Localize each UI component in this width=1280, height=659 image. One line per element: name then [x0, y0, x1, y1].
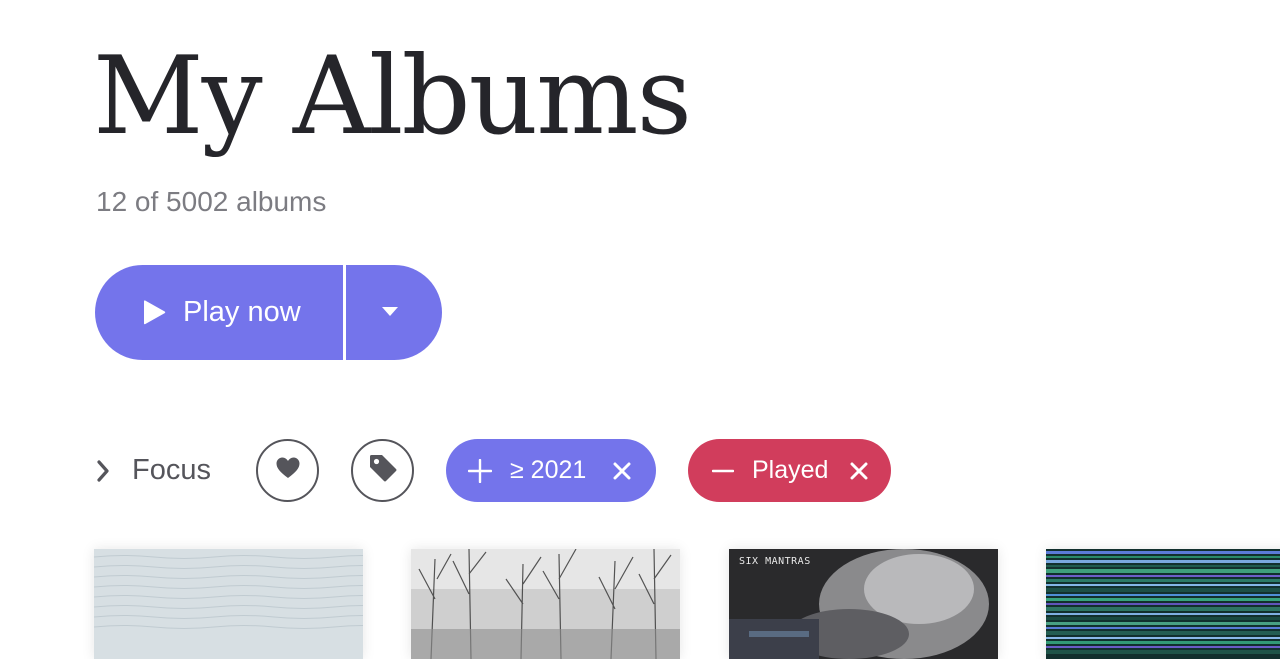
year-filter-label: ≥ 2021 [510, 456, 587, 484]
play-now-label: Play now [183, 296, 301, 328]
tag-icon [368, 453, 398, 488]
play-now-button[interactable]: Play now [95, 265, 343, 360]
chevron-right-icon [96, 459, 110, 482]
close-icon[interactable] [613, 462, 631, 480]
filter-bar: Focus ≥ 2021 Played [96, 439, 1246, 502]
page-title: My Albums [93, 34, 692, 159]
played-filter-label: Played [752, 456, 829, 484]
focus-label: Focus [132, 454, 211, 486]
close-icon[interactable] [850, 462, 868, 480]
tags-filter-button[interactable] [351, 439, 414, 502]
album-count: 12 of 5002 albums [96, 186, 327, 217]
album-card[interactable] [1046, 549, 1280, 659]
album-card[interactable] [411, 549, 680, 659]
heart-icon [275, 456, 301, 485]
plus-icon [468, 458, 492, 483]
played-filter-chip[interactable]: Played [688, 439, 891, 502]
album-cover-title: SIX MANTRAS [739, 556, 811, 567]
caret-down-icon [381, 304, 399, 322]
minus-icon [712, 469, 734, 473]
play-options-dropdown-button[interactable] [346, 265, 442, 360]
album-grid: SIX MANTRAS [0, 549, 1280, 659]
album-cover-image [411, 549, 680, 659]
album-card[interactable]: SIX MANTRAS [729, 549, 998, 659]
year-filter-chip[interactable]: ≥ 2021 [446, 439, 656, 502]
focus-toggle[interactable]: Focus [96, 439, 211, 502]
favorites-filter-button[interactable] [256, 439, 319, 502]
play-icon [141, 299, 167, 327]
play-button-group: Play now [95, 265, 442, 360]
album-card[interactable] [94, 549, 363, 659]
album-cover-image [94, 549, 363, 659]
album-cover-image [1046, 549, 1280, 659]
